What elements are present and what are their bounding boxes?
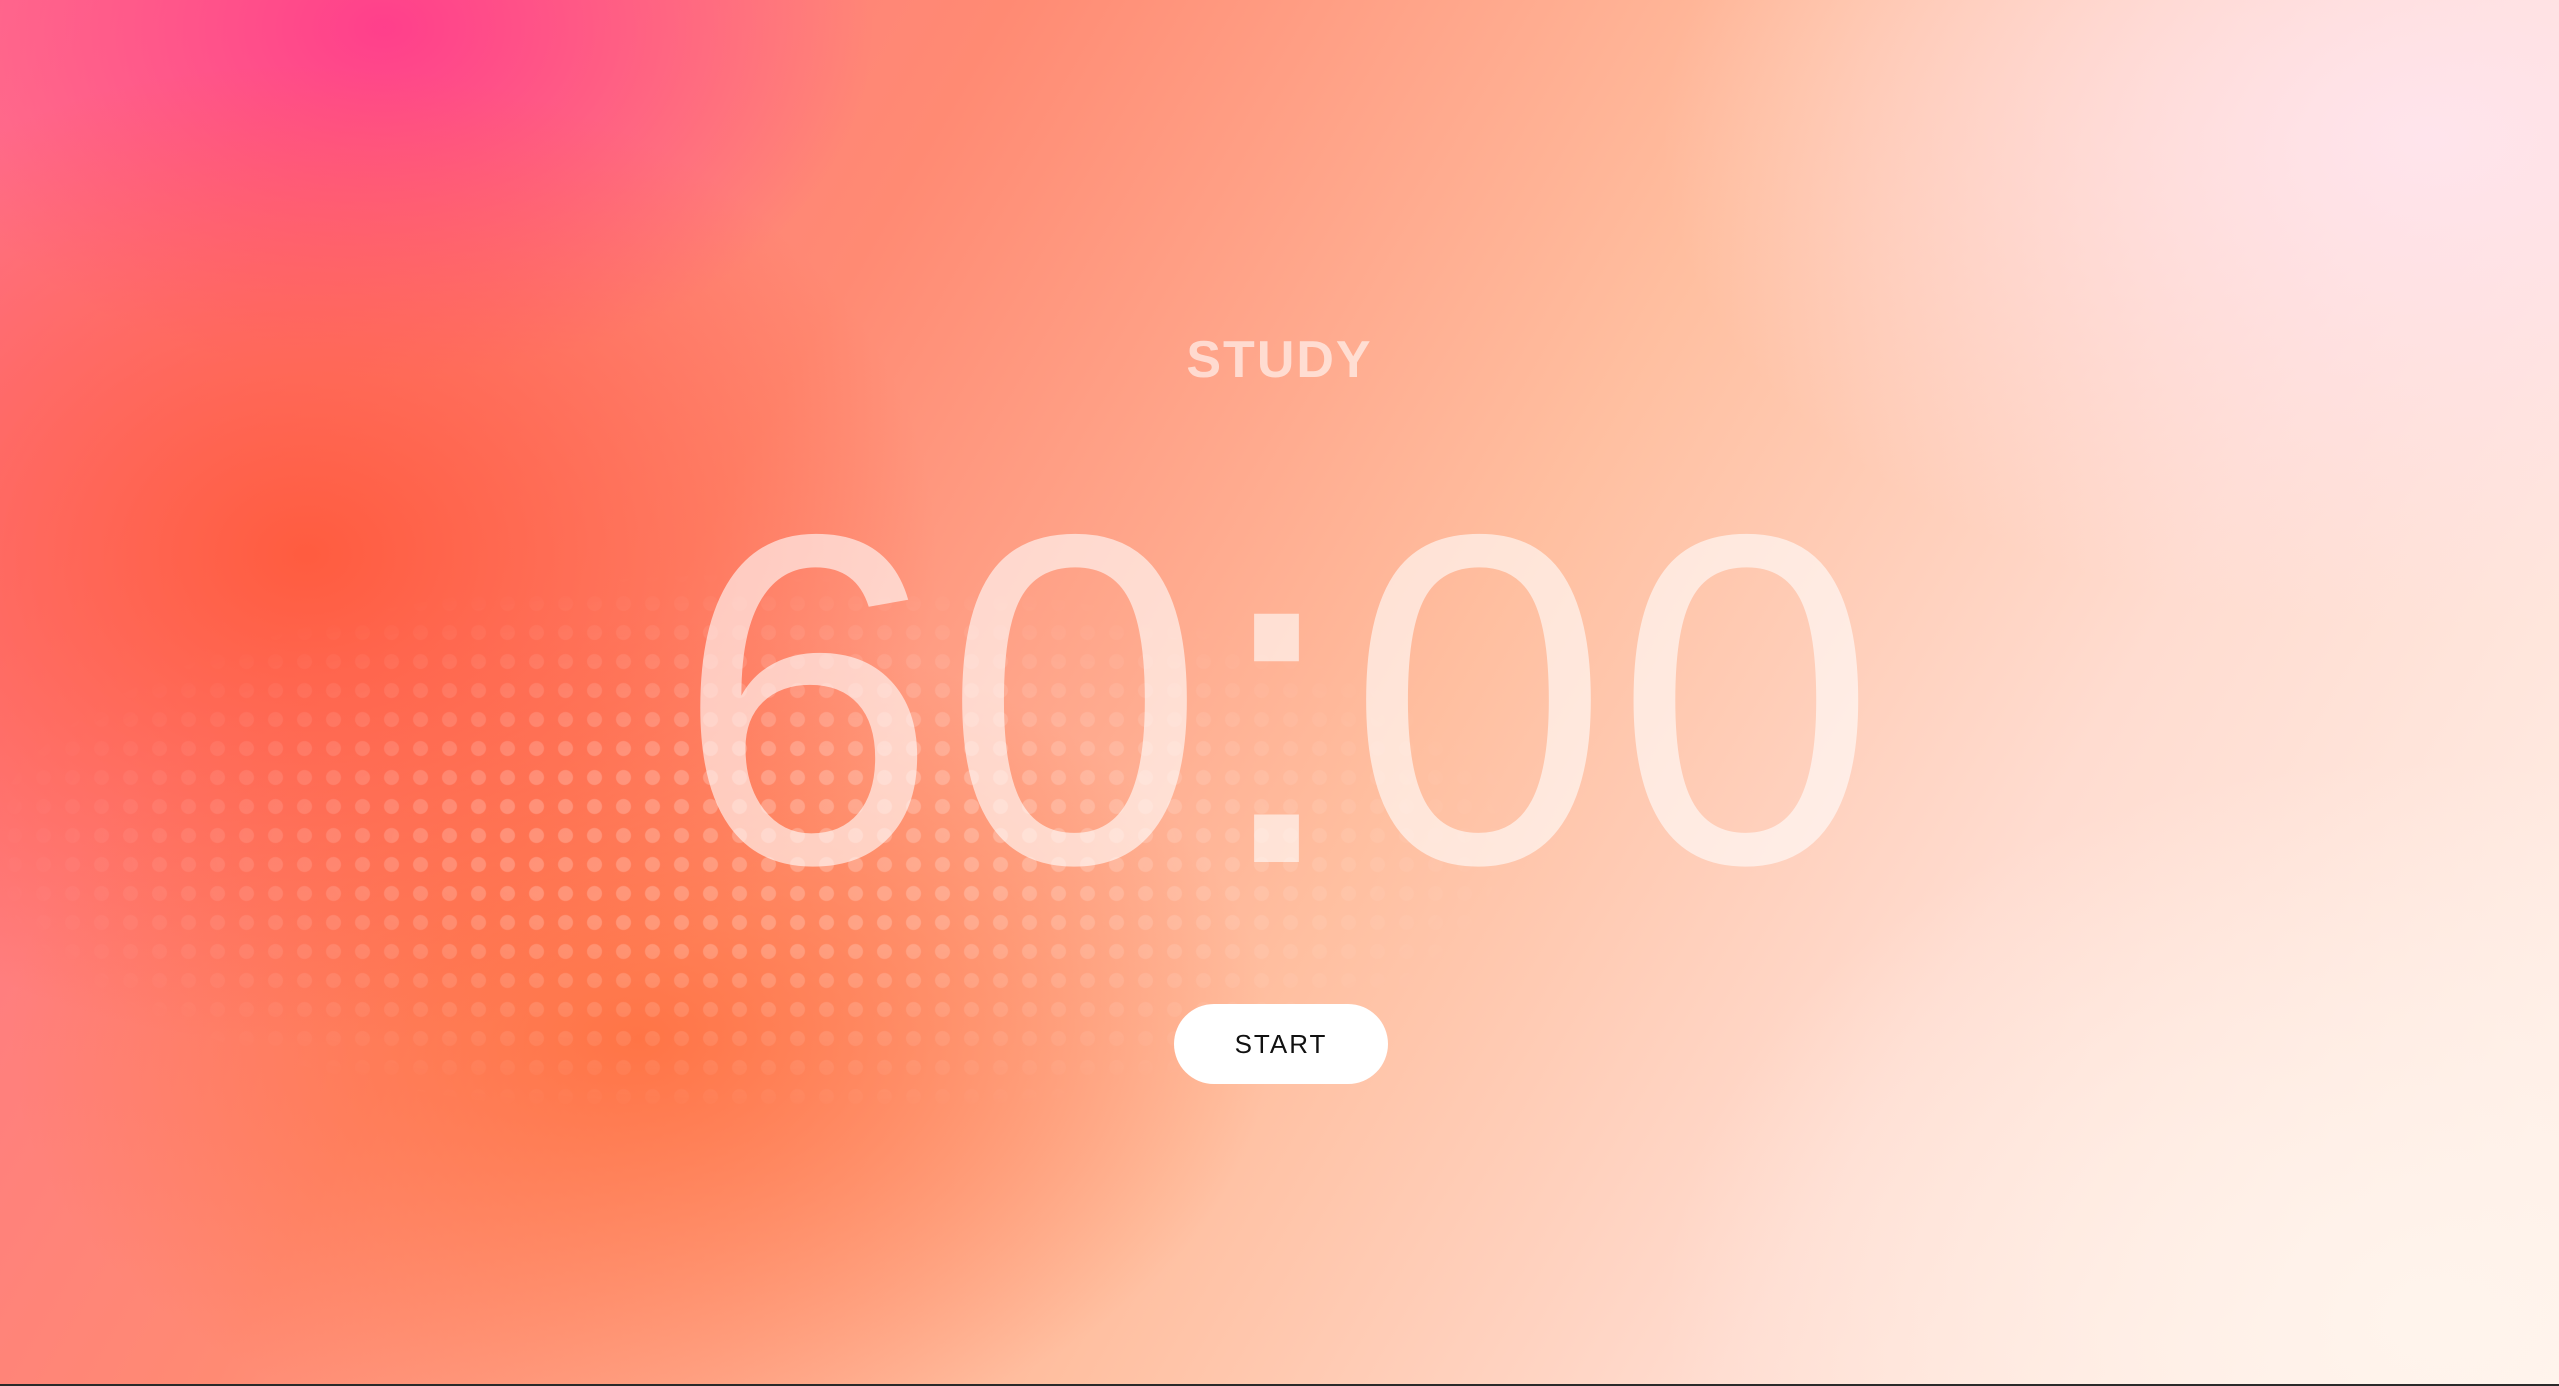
- timer-display: 60:00: [676, 437, 1883, 962]
- start-button[interactable]: START: [1174, 1004, 1388, 1084]
- mode-label: STUDY: [1186, 331, 1373, 389]
- timer-panel: STUDY 60:00 START: [0, 0, 2559, 1386]
